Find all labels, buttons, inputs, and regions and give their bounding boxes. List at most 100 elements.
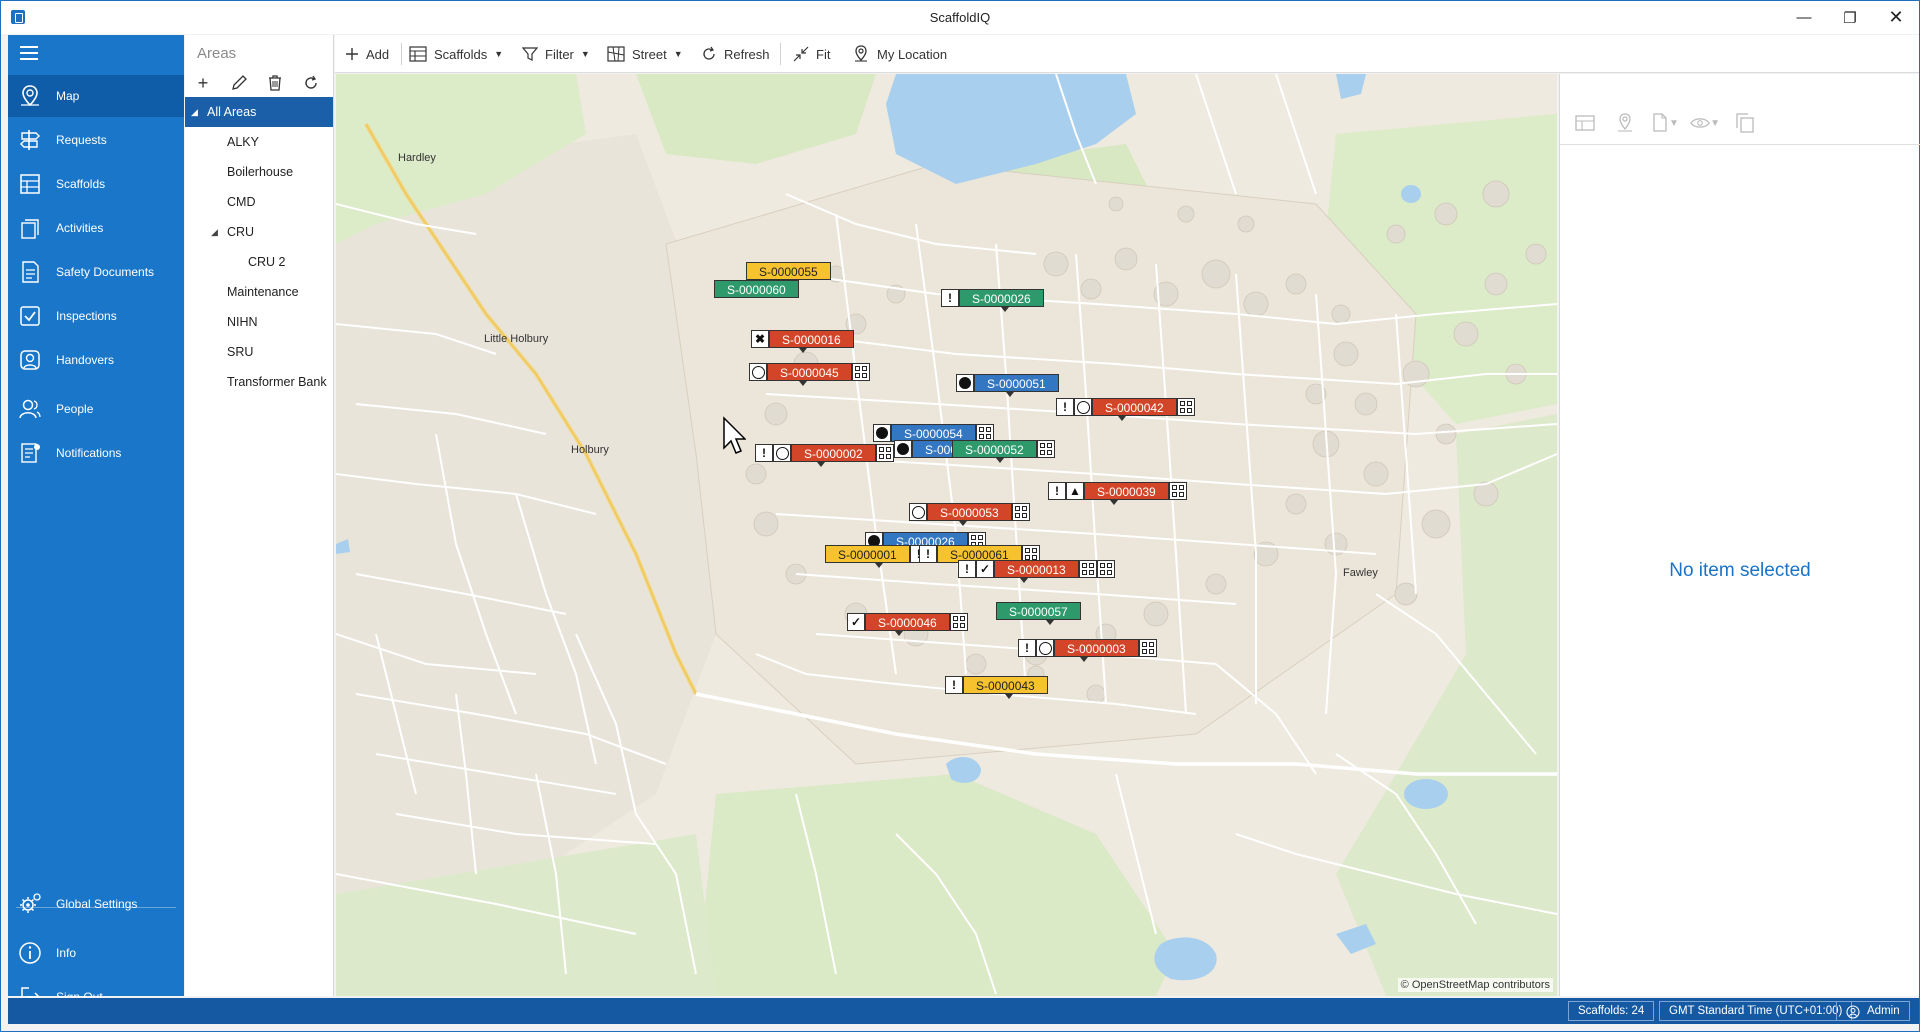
expand-caret-icon[interactable]: ◢ [191,107,198,118]
arrow-down-circle-icon [1036,639,1054,657]
empty-state-message: No item selected [1669,560,1811,581]
add-button[interactable]: Add [345,35,389,73]
locate-button[interactable] [1610,112,1640,134]
info-icon [19,942,41,964]
warning-icon: ! [1018,639,1036,657]
copy-button[interactable] [1730,112,1760,134]
copy-icon [1736,113,1754,133]
scaffold-marker[interactable]: ! ✓ S-0000013 [958,560,1115,583]
place-label: Fawley [1343,567,1378,579]
scaffold-marker[interactable]: S-0000052 [952,440,1055,463]
scaffold-marker[interactable]: S-0000060 [714,280,799,298]
scaffold-count: Scaffolds: 24 [1568,1001,1655,1021]
areas-panel: Areas + ◢ All Areas ALKY Boilerhouse CMD … [185,35,334,996]
sidebar-item-notifications[interactable]: Notifications [8,432,184,474]
scaffold-marker[interactable]: S-0000057 [996,602,1081,625]
sidebar-item-safety-documents[interactable]: Safety Documents [8,251,184,293]
checkbox-icon [20,306,40,326]
table-view-button[interactable] [1570,112,1600,134]
tree-item[interactable]: ALKY [185,127,333,157]
detail-divider [1560,144,1920,145]
hamburger-menu-icon[interactable] [20,46,38,60]
edit-area-button[interactable] [225,71,253,95]
warning-icon: ! [1056,398,1074,416]
minimize-button[interactable]: — [1781,1,1827,34]
tree-item-all-areas[interactable]: ◢ All Areas [185,97,333,127]
map-pin-icon [21,85,39,107]
street-map-icon [607,46,625,62]
refresh-areas-button[interactable] [297,71,325,95]
street-dropdown[interactable]: Street ▼ [607,35,683,73]
close-button[interactable]: ✕ [1873,1,1919,34]
warning-icon: ! [1048,482,1066,500]
sidebar-item-label: Inspections [56,309,117,323]
filter-dropdown[interactable]: Filter ▼ [522,35,590,73]
tree-item[interactable]: Maintenance [185,277,333,307]
sidebar-item-scaffolds[interactable]: Scaffolds [8,163,184,205]
sidebar-item-people[interactable]: People [8,388,184,430]
sidebar-item-global-settings[interactable]: Global Settings [8,883,184,925]
document-dropdown[interactable]: ▼ [1650,112,1680,134]
document-icon [22,261,39,283]
scaffold-marker[interactable]: ! S-0000003 [1018,639,1157,662]
sidebar-divider [16,907,176,908]
place-label: Little Holbury [484,333,549,345]
sidebar-item-map[interactable]: Map [8,75,184,117]
restore-button[interactable]: ❐ [1827,1,1873,34]
add-area-button[interactable]: + [189,71,217,95]
user-badge[interactable]: Admin [1836,1001,1910,1021]
sidebar-item-info[interactable]: Info [8,932,184,974]
scaffold-marker[interactable]: ! S-0000026 [941,289,1044,312]
tree-item[interactable]: CMD [185,187,333,217]
my-location-button[interactable]: My Location [852,35,947,73]
visibility-dropdown[interactable]: ▼ [1690,112,1720,134]
sidebar-item-label: Activities [56,221,104,235]
scaffold-marker[interactable]: S-0000001 ! [825,545,928,568]
detail-panel: ▼ ▼ No item selected [1559,74,1920,996]
sidebar-item-requests[interactable]: Requests [8,119,184,161]
refresh-icon [305,75,317,89]
sidebar-item-label: Info [56,946,77,960]
scaffold-marker[interactable]: ! S-0000043 [945,676,1048,699]
eye-icon [1690,118,1710,128]
mouse-cursor-icon [723,416,746,454]
location-icon [1618,113,1632,132]
expand-caret-icon[interactable]: ◢ [211,227,218,238]
scaffold-marker[interactable]: S-0000051 [956,374,1059,397]
scaffold-marker[interactable]: S-0000053 [909,503,1030,526]
fit-button[interactable]: Fit [793,35,830,73]
sidebar-item-label: Scaffolds [56,177,106,191]
handover-icon [20,350,40,370]
qr-code-icon [1036,440,1055,458]
notifications-icon [21,443,40,463]
scaffold-icon [409,46,427,62]
scaffolds-dropdown[interactable]: Scaffolds ▼ [409,35,503,73]
checkbox-icon: ✓ [976,560,994,578]
tree-item[interactable]: NIHN [185,307,333,337]
map-view[interactable]: Hardley Little Holbury Holbury Fawley S-… [336,74,1557,996]
scaffold-marker[interactable]: ! S-0000002 [755,444,894,467]
arrow-down-circle-icon [773,444,791,462]
chevron-down-icon: ▼ [1710,117,1720,129]
qr-code-icon [1078,560,1097,578]
tree-item[interactable]: Boilerhouse [185,157,333,187]
sidebar-item-handovers[interactable]: Handovers [8,339,184,381]
tree-item[interactable]: Transformer Bank [185,367,333,397]
scaffold-marker[interactable]: S-0000045 [749,363,870,386]
arrow-up-circle-icon [873,424,891,442]
scaffold-marker[interactable]: ✓ S-0000046 [847,613,968,636]
areas-tree: ◢ All Areas ALKY Boilerhouse CMD ◢ CRU CRU… [185,97,333,397]
refresh-button[interactable]: Refresh [701,35,770,73]
delete-area-button[interactable] [261,71,289,95]
scaffold-marker[interactable]: ✖ S-0000016 [751,330,854,353]
tree-item[interactable]: SRU [185,337,333,367]
sidebar-item-inspections[interactable]: Inspections [8,295,184,337]
scaffold-marker[interactable]: S-0000055 [746,262,831,280]
scaffold-marker[interactable]: ! S-0000042 [1056,398,1195,421]
tree-item[interactable]: ◢ CRU [185,217,333,247]
scaffold-marker[interactable]: ! ▲ S-0000039 [1048,482,1187,505]
map-attribution[interactable]: © OpenStreetMap contributors [1397,978,1553,992]
tree-item[interactable]: CRU 2 [185,247,333,277]
sidebar-item-activities[interactable]: Activities [8,207,184,249]
arrow-up-circle-icon [956,374,974,392]
